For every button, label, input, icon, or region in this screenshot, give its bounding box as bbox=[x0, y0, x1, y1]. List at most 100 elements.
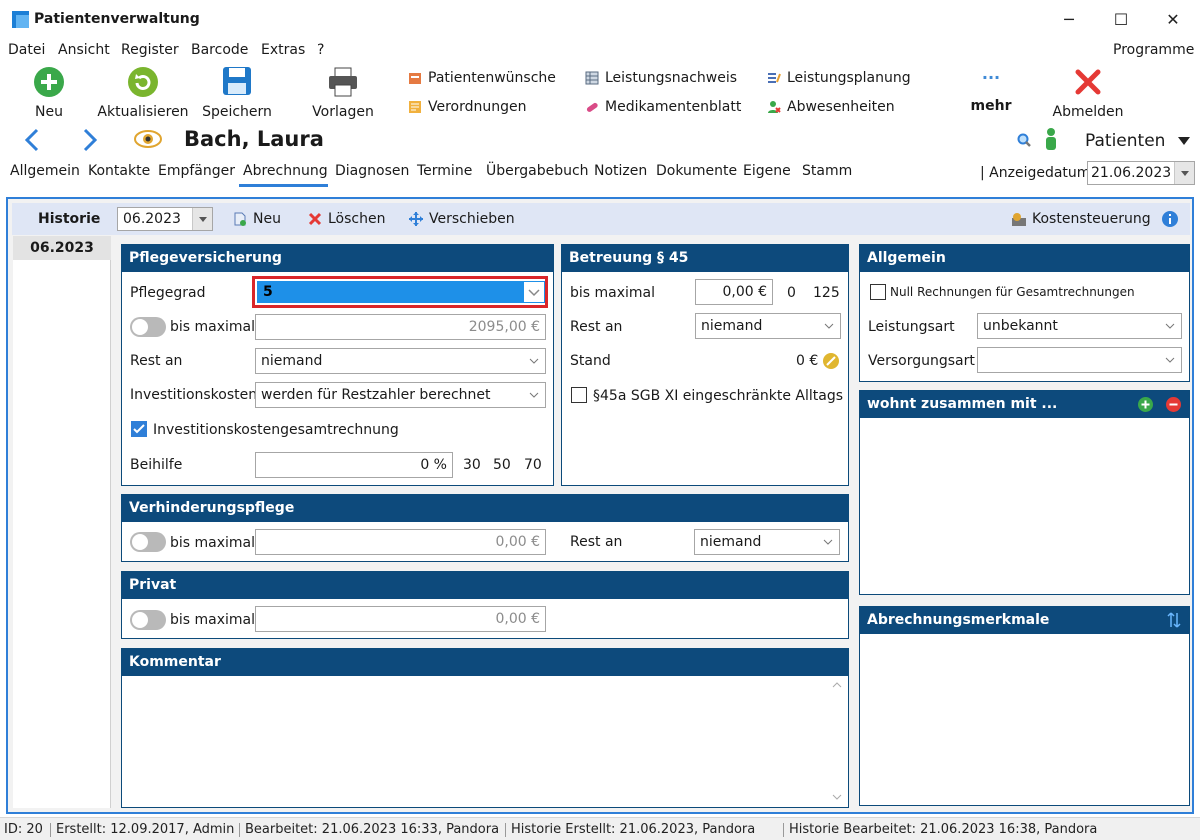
care-insurance-panel: Pflegeversicherung Pflegegrad 5 bis maxi… bbox=[121, 244, 554, 486]
save-button[interactable]: Speichern bbox=[200, 64, 274, 124]
invest-total-checkbox[interactable] bbox=[131, 421, 147, 437]
care-grade-select[interactable]: 5 bbox=[257, 281, 545, 303]
more-button[interactable]: ··· mehr bbox=[964, 64, 1018, 124]
history-period-select[interactable]: 06.2023 bbox=[117, 207, 213, 231]
dots-icon: ··· bbox=[981, 68, 1001, 87]
scroll-down-icon[interactable] bbox=[832, 793, 842, 801]
comment-textarea[interactable] bbox=[123, 677, 847, 805]
aid-input[interactable]: 0 % bbox=[255, 452, 453, 478]
cost-control-icon bbox=[1012, 213, 1026, 226]
move-icon bbox=[409, 212, 423, 226]
window-title: Patientenverwaltung bbox=[34, 11, 200, 27]
private-max-input[interactable]: 0,00 € bbox=[255, 606, 546, 632]
tab-eigene[interactable]: Eigene bbox=[743, 163, 791, 179]
max-input[interactable]: 2095,00 € bbox=[255, 314, 546, 340]
display-date-label: | Anzeigedatum bbox=[980, 165, 1091, 181]
status-edited: Bearbeitet: 21.06.2023 16:33, Pandora bbox=[245, 822, 500, 837]
templates-button[interactable]: Vorlagen bbox=[306, 64, 380, 124]
tab-abrechnung[interactable]: Abrechnung bbox=[243, 163, 328, 179]
aid-option-50[interactable]: 50 bbox=[493, 457, 511, 473]
refresh-button[interactable]: Aktualisieren bbox=[96, 64, 190, 124]
tab-notizen[interactable]: Notizen bbox=[594, 163, 647, 179]
date-dropdown-button[interactable] bbox=[1174, 162, 1194, 184]
supply-type-select[interactable] bbox=[977, 347, 1182, 373]
app-icon bbox=[12, 11, 29, 28]
remove-red-icon[interactable] bbox=[1166, 397, 1181, 412]
aid-option-30[interactable]: 30 bbox=[463, 457, 481, 473]
service-record-label: Leistungsnachweis bbox=[605, 70, 738, 86]
care45-rest-label: Rest an bbox=[570, 319, 623, 335]
status-history-edited: Historie Bearbeitet: 21.06.2023 16:38, P… bbox=[789, 822, 1098, 837]
tab-diagnosen[interactable]: Diagnosen bbox=[335, 163, 409, 179]
prescriptions-button[interactable]: Verordnungen bbox=[408, 99, 527, 115]
respite-max-input[interactable]: 0,00 € bbox=[255, 529, 546, 555]
patient-wishes-button[interactable]: Patientenwünsche bbox=[408, 70, 556, 86]
menu-barcode[interactable]: Barcode bbox=[191, 42, 248, 58]
aid-option-70[interactable]: 70 bbox=[524, 457, 542, 473]
display-date-field[interactable]: 21.06.2023 bbox=[1087, 161, 1195, 185]
patient-person-icon[interactable] bbox=[1042, 127, 1060, 151]
tab-stamm[interactable]: Stamm bbox=[802, 163, 852, 179]
care45-opt-125[interactable]: 125 bbox=[813, 285, 840, 301]
service-type-select[interactable]: unbekannt bbox=[977, 313, 1182, 339]
delete-icon bbox=[308, 212, 322, 226]
tab-empfaenger[interactable]: Empfänger bbox=[158, 163, 235, 179]
back-arrow-icon[interactable] bbox=[24, 128, 40, 152]
history-new-button[interactable]: Neu bbox=[233, 211, 281, 227]
care45-rest-select[interactable]: niemand bbox=[695, 313, 841, 339]
grade-dropdown-button[interactable] bbox=[524, 282, 544, 302]
sort-icon[interactable] bbox=[1166, 612, 1182, 628]
patient-name: Bach, Laura bbox=[184, 127, 324, 151]
eye-icon[interactable] bbox=[134, 128, 162, 150]
close-window-button[interactable]: ✕ bbox=[1150, 6, 1196, 34]
menu-datei[interactable]: Datei bbox=[8, 42, 45, 58]
menu-help[interactable]: ? bbox=[317, 42, 324, 58]
menu-register[interactable]: Register bbox=[121, 42, 179, 58]
menu-extras[interactable]: Extras bbox=[261, 42, 305, 58]
history-delete-button[interactable]: Löschen bbox=[308, 211, 385, 227]
info-icon[interactable] bbox=[1162, 211, 1178, 227]
medication-button[interactable]: Medikamentenblatt bbox=[585, 99, 741, 115]
max-toggle[interactable] bbox=[130, 317, 166, 337]
service-record-button[interactable]: Leistungsnachweis bbox=[585, 70, 737, 86]
scroll-up-icon[interactable] bbox=[832, 681, 842, 689]
add-green-icon[interactable] bbox=[1138, 397, 1153, 412]
new-label: Neu bbox=[35, 104, 63, 120]
private-max-toggle[interactable] bbox=[130, 610, 166, 630]
tab-kontakte[interactable]: Kontakte bbox=[88, 163, 150, 179]
plus-icon bbox=[34, 67, 64, 97]
history-list-item[interactable]: 06.2023 bbox=[13, 236, 111, 260]
respite-rest-select[interactable]: niemand bbox=[694, 529, 840, 555]
new-button[interactable]: Neu bbox=[18, 64, 80, 124]
service-planning-button[interactable]: Leistungsplanung bbox=[767, 70, 911, 86]
search-icon[interactable] bbox=[1016, 132, 1032, 148]
logout-button[interactable]: Abmelden bbox=[1050, 64, 1126, 124]
invest-select[interactable]: werden für Restzahler berechnet bbox=[255, 382, 546, 408]
care45-opt-0[interactable]: 0 bbox=[787, 285, 796, 301]
tab-allgemein[interactable]: Allgemein bbox=[10, 163, 80, 179]
care-grade-value: 5 bbox=[263, 284, 273, 300]
pill-icon bbox=[586, 102, 598, 112]
cohabit-panel: wohnt zusammen mit ... bbox=[859, 390, 1190, 595]
history-move-button[interactable]: Verschieben bbox=[409, 211, 515, 227]
tab-uebergabebuch[interactable]: Übergabebuch bbox=[486, 163, 589, 179]
period-dropdown-button[interactable] bbox=[192, 208, 212, 230]
new-document-icon bbox=[234, 212, 246, 226]
patient-selector[interactable]: Patienten bbox=[1085, 131, 1191, 151]
absences-button[interactable]: Abwesenheiten bbox=[767, 99, 895, 115]
medication-label: Medikamentenblatt bbox=[605, 99, 742, 115]
menu-ansicht[interactable]: Ansicht bbox=[58, 42, 110, 58]
rest-select[interactable]: niemand bbox=[255, 348, 546, 374]
tab-termine[interactable]: Termine bbox=[417, 163, 472, 179]
patient-selector-label: Patienten bbox=[1085, 131, 1166, 151]
null-invoice-checkbox[interactable] bbox=[870, 284, 886, 300]
maximize-button[interactable]: ☐ bbox=[1098, 6, 1144, 34]
cost-control-button[interactable]: Kostensteuerung bbox=[1012, 211, 1151, 227]
care45-max-input[interactable]: 0,00 € bbox=[695, 279, 773, 305]
menu-programme[interactable]: Programme bbox=[1113, 42, 1194, 58]
care45-checkbox[interactable] bbox=[571, 387, 587, 403]
forward-arrow-icon[interactable] bbox=[82, 128, 98, 152]
tab-dokumente[interactable]: Dokumente bbox=[656, 163, 737, 179]
respite-max-toggle[interactable] bbox=[130, 532, 166, 552]
minimize-button[interactable]: ─ bbox=[1046, 6, 1092, 34]
